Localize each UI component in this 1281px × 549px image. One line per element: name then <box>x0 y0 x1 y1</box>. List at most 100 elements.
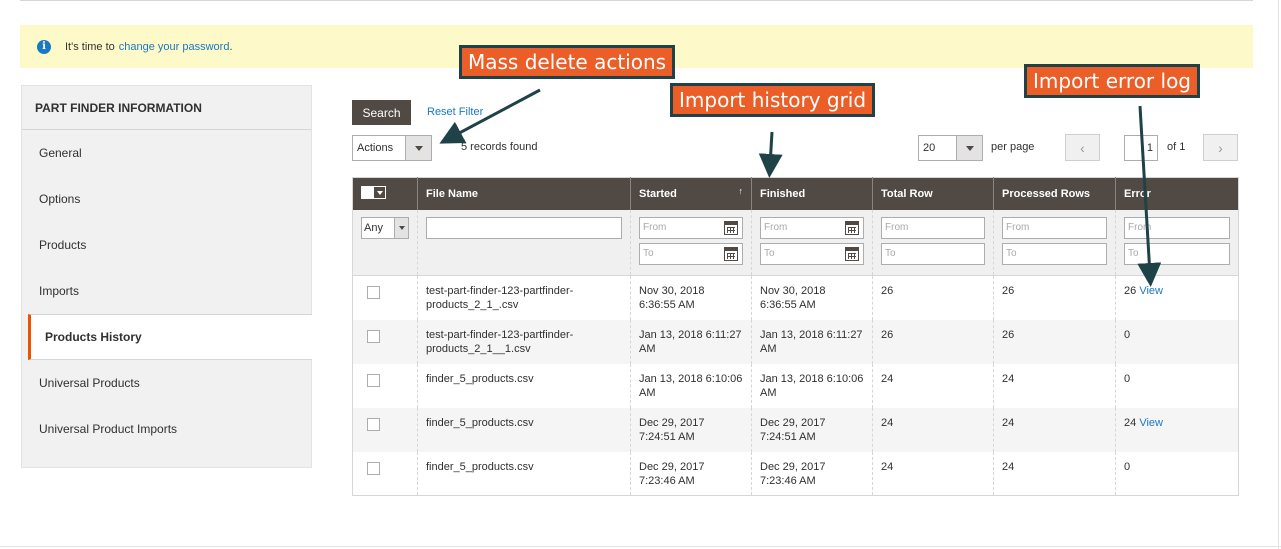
per-page-select[interactable]: 20 <box>918 135 983 161</box>
mass-select-header[interactable] <box>352 177 418 210</box>
cell-processed-rows: 26 <box>993 275 1116 320</box>
sidebar-item-universal-products[interactable]: Universal Products <box>22 360 311 406</box>
chevron-left-icon: ‹ <box>1080 139 1085 156</box>
table-row: finder_5_products.csv Dec 29, 2017 7:23:… <box>352 451 1239 496</box>
error-count: 0 <box>1124 372 1131 385</box>
sidebar-item-options[interactable]: Options <box>22 176 311 222</box>
cell-total-row: 24 <box>872 451 994 496</box>
cell-file-name: finder_5_products.csv <box>417 363 631 408</box>
mass-filter-value: Any <box>364 221 383 234</box>
finished-to-input[interactable]: To <box>760 242 864 265</box>
row-checkbox[interactable] <box>367 461 380 475</box>
top-divider <box>20 0 1253 1</box>
calendar-icon[interactable] <box>845 220 859 235</box>
sidebar-item-general[interactable]: General <box>22 130 311 176</box>
cell-error: 0 <box>1115 451 1239 496</box>
cell-total-row: 24 <box>872 407 994 452</box>
finished-from-input[interactable]: From <box>760 216 864 239</box>
column-header-total-row[interactable]: Total Row <box>872 177 994 210</box>
cell-started: Jan 13, 2018 6:11:27 AM <box>630 319 752 364</box>
chevron-right-icon: › <box>1218 139 1223 156</box>
calendar-icon[interactable] <box>845 246 859 261</box>
page-number-input[interactable]: 1 <box>1124 135 1158 161</box>
row-checkbox[interactable] <box>367 373 380 387</box>
cell-file-name: test-part-finder-123-partfinder-products… <box>417 275 631 320</box>
cell-finished: Dec 29, 2017 7:23:46 AM <box>751 451 873 496</box>
view-error-log-link[interactable]: View <box>1139 417 1163 429</box>
total-row-to-input[interactable]: To <box>881 242 985 265</box>
started-from-input[interactable]: From <box>639 216 743 239</box>
cell-file-name: test-part-finder-123-partfinder-products… <box>417 319 631 364</box>
next-page-button[interactable]: › <box>1203 134 1238 161</box>
sidebar-item-products-history[interactable]: Products History <box>28 314 312 360</box>
table-row: finder_5_products.csv Jan 13, 2018 6:10:… <box>352 363 1239 408</box>
started-to-input[interactable]: To <box>639 242 743 265</box>
cell-file-name: finder_5_products.csv <box>417 451 631 496</box>
calendar-icon[interactable] <box>724 220 738 235</box>
cell-total-row: 26 <box>872 275 994 320</box>
change-password-link[interactable]: change your password <box>119 41 230 53</box>
callout-mass-delete: Mass delete actions <box>459 45 676 79</box>
table-row: finder_5_products.csv Dec 29, 2017 7:24:… <box>352 407 1239 452</box>
chevron-down-icon <box>956 136 982 160</box>
info-icon: i <box>37 39 51 54</box>
error-count: 24 <box>1124 416 1137 429</box>
notice-suffix: . <box>229 40 233 53</box>
calendar-icon[interactable] <box>724 246 738 261</box>
column-header-file-name[interactable]: File Name <box>417 177 631 210</box>
sidebar-item-universal-product-imports[interactable]: Universal Product Imports <box>22 406 311 452</box>
callout-history-grid: Import history grid <box>670 83 876 117</box>
error-from-input[interactable]: From <box>1124 216 1230 239</box>
cell-started: Nov 30, 2018 6:36:55 AM <box>630 275 752 320</box>
sidebar-item-imports[interactable]: Imports <box>22 268 311 314</box>
processed-rows-from-input[interactable]: From <box>1002 216 1107 239</box>
cell-error: 0 <box>1115 363 1239 408</box>
processed-rows-to-input[interactable]: To <box>1002 242 1107 265</box>
row-checkbox[interactable] <box>367 329 380 343</box>
cell-total-row: 24 <box>872 363 994 408</box>
column-header-finished[interactable]: Finished <box>751 177 873 210</box>
cell-started: Dec 29, 2017 7:23:46 AM <box>630 451 752 496</box>
mass-actions-select[interactable]: Actions <box>352 135 432 161</box>
cell-finished: Dec 29, 2017 7:24:51 AM <box>751 407 873 452</box>
callout-error-log: Import error log <box>1024 64 1200 98</box>
sort-ascending-icon: ↑ <box>738 186 744 196</box>
file-name-filter-input[interactable] <box>426 216 622 239</box>
total-row-from-input[interactable]: From <box>881 216 985 239</box>
cell-error: 0 <box>1115 319 1239 364</box>
column-header-error[interactable]: Error <box>1115 177 1239 210</box>
cell-error: 26 View <box>1115 275 1239 320</box>
notice-text: It's time to <box>65 40 115 53</box>
cell-finished: Jan 13, 2018 6:10:06 AM <box>751 363 873 408</box>
cell-finished: Nov 30, 2018 6:36:55 AM <box>751 275 873 320</box>
cell-processed-rows: 24 <box>993 407 1116 452</box>
chevron-down-icon <box>394 217 408 238</box>
previous-page-button[interactable]: ‹ <box>1065 134 1100 161</box>
error-count: 0 <box>1124 328 1131 341</box>
cell-started: Dec 29, 2017 7:24:51 AM <box>630 407 752 452</box>
mass-select-checkbox[interactable] <box>361 186 386 200</box>
mass-filter-select[interactable]: Any <box>361 216 409 239</box>
error-count: 26 <box>1124 285 1137 297</box>
cell-processed-rows: 24 <box>993 451 1116 496</box>
mass-actions-value: Actions <box>357 142 394 154</box>
arrow-history-grid <box>758 131 783 178</box>
cell-finished: Jan 13, 2018 6:11:27 AM <box>751 319 873 364</box>
sidebar-item-products[interactable]: Products <box>22 222 311 268</box>
column-header-started[interactable]: Started ↑ <box>630 177 752 210</box>
reset-filter-link[interactable]: Reset Filter <box>427 106 483 118</box>
column-header-processed-rows[interactable]: Processed Rows <box>993 177 1116 210</box>
per-page-label: per page <box>991 141 1035 153</box>
cell-total-row: 26 <box>872 319 994 364</box>
page-count: of 1 <box>1167 141 1186 153</box>
row-checkbox[interactable] <box>367 417 380 431</box>
search-button[interactable]: Search <box>352 100 411 125</box>
import-history-grid: File Name Started ↑ Finished Total Row Pr… <box>352 177 1239 496</box>
cell-processed-rows: 26 <box>993 319 1116 364</box>
sidebar: PART FINDER INFORMATION General Options … <box>21 85 312 468</box>
per-page-value: 20 <box>923 142 936 154</box>
error-to-input[interactable]: To <box>1124 242 1230 265</box>
cell-processed-rows: 24 <box>993 363 1116 408</box>
view-error-log-link[interactable]: View <box>1139 285 1163 297</box>
row-checkbox[interactable] <box>367 286 380 299</box>
